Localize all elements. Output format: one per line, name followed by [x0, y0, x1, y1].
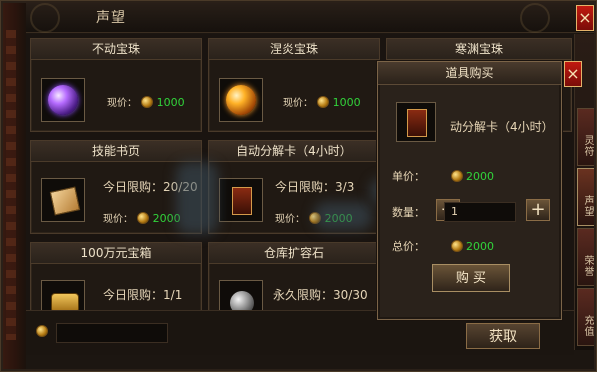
limit-label: 今日限购： [103, 288, 164, 302]
price-label: 现价： [283, 98, 313, 109]
titlebar-ornament-left [30, 3, 60, 33]
card-title: 仓库扩容石 [209, 243, 379, 264]
price-row: 现价： 2000 [103, 210, 181, 225]
obtain-button[interactable]: 获取 [466, 323, 540, 349]
card-title: 100万元宝箱 [31, 243, 201, 264]
tab-lingfu[interactable]: 灵符 [577, 108, 596, 166]
price-value: 1000 [156, 96, 185, 109]
decompose-card-icon [232, 187, 252, 215]
total-price-row: 总价： 2000 [392, 238, 494, 254]
quantity-input[interactable]: 1 [444, 202, 516, 222]
gold-coin-icon [136, 212, 149, 224]
limit-row: 今日限购：1/1 [103, 286, 182, 303]
tab-honor[interactable]: 荣誉 [577, 228, 596, 286]
reputation-balance-field [56, 323, 168, 343]
close-icon: × [578, 8, 592, 27]
buy-button[interactable]: 购 买 [432, 264, 510, 292]
total-price-label: 总价： [392, 240, 425, 253]
window-close-button[interactable]: × [576, 5, 594, 31]
unit-price-value: 2000 [466, 170, 494, 183]
skill-page-icon [49, 186, 81, 216]
price-label: 现价： [103, 214, 133, 225]
item-slot[interactable] [41, 78, 85, 122]
price-row: 现价： 1000 [107, 94, 185, 109]
shop-card-budong-bead: 不动宝珠 现价： 1000 [30, 38, 202, 132]
item-slot[interactable] [219, 78, 263, 122]
item-purchase-popup: 道具购买 动分解卡（4小时） 单价： 2000 数量： − 1 + 总价： 20… [377, 61, 562, 320]
redacted-blur [176, 162, 218, 234]
qty-label: 数量： [392, 206, 425, 219]
limit-row: 今日限购：3/3 [275, 178, 354, 195]
limit-row: 永久限购：30/30 [273, 286, 368, 303]
tab-recharge[interactable]: 充值 [577, 288, 596, 346]
limit-value: 3/3 [335, 180, 355, 194]
price-label: 现价： [107, 98, 137, 109]
gold-coin-icon [450, 170, 463, 182]
increase-qty-button[interactable]: + [526, 199, 550, 221]
limit-value: 1/1 [163, 288, 183, 302]
limit-value: 30/30 [333, 288, 368, 302]
price-row: 现价： 1000 [283, 94, 361, 109]
price-label: 现价： [275, 214, 305, 225]
card-body: 现价： 1000 [31, 60, 201, 152]
close-icon: × [566, 64, 580, 83]
popup-item-name: 动分解卡（4小时） [450, 120, 554, 134]
purple-bead-icon [48, 85, 78, 115]
card-title: 自动分解卡（4小时） [209, 141, 379, 162]
gold-coin-icon [450, 240, 463, 252]
total-price-value: 2000 [466, 240, 494, 253]
window-titlebar: 声望 [0, 0, 597, 33]
titlebar-ornament-right [520, 3, 550, 33]
item-slot[interactable] [41, 178, 85, 222]
shop-card-nieyan-bead: 涅炎宝珠 现价： 1000 [208, 38, 380, 132]
limit-label: 今日限购： [103, 180, 164, 194]
limit-label: 永久限购： [273, 288, 334, 302]
card-title: 不动宝珠 [31, 39, 201, 60]
popup-item-slot [396, 102, 436, 142]
price-value: 1000 [332, 96, 361, 109]
gold-coin-icon [140, 96, 153, 108]
card-body: 现价： 1000 [209, 60, 379, 152]
reputation-window: 声望 × 不动宝珠 现价： 1000 涅炎宝珠 现价： 1000 寒渊宝珠 技能… [0, 0, 597, 372]
card-title: 寒渊宝珠 [387, 39, 571, 60]
item-slot[interactable] [219, 178, 263, 222]
card-title: 技能书页 [31, 141, 201, 162]
plus-icon: + [530, 199, 546, 220]
window-title: 声望 [96, 10, 126, 26]
unit-price-label: 单价： [392, 170, 425, 183]
gold-coin-icon [316, 96, 329, 108]
orange-bead-icon [226, 85, 256, 115]
decompose-card-icon [407, 109, 427, 137]
popup-title: 道具购买 [378, 62, 561, 85]
popup-close-button[interactable]: × [564, 61, 582, 87]
card-title: 涅炎宝珠 [209, 39, 379, 60]
redacted-blur [314, 202, 372, 230]
unit-price-row: 单价： 2000 [392, 168, 494, 184]
limit-label: 今日限购： [275, 180, 336, 194]
left-decoration [0, 0, 26, 372]
gold-coin-icon [36, 325, 48, 337]
tab-reputation[interactable]: 声望 [577, 168, 596, 226]
